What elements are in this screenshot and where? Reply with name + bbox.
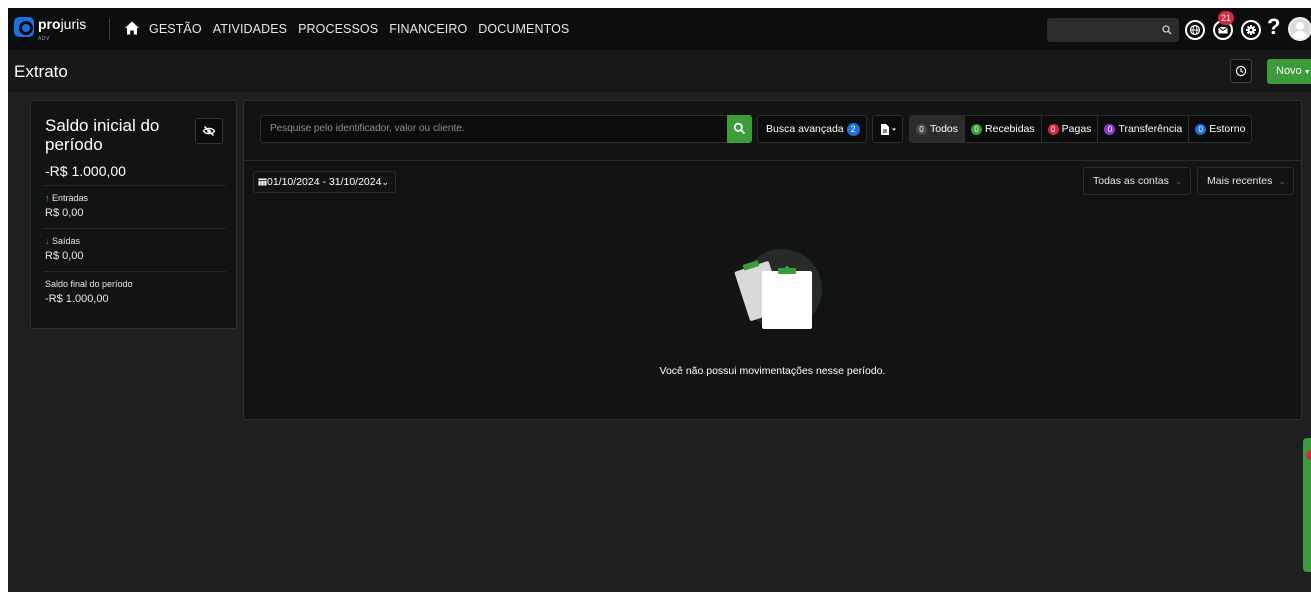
mail-icon [1218, 26, 1228, 34]
accounts-select-value: Todas as contas [1093, 175, 1169, 187]
logo-bold: pro [38, 16, 61, 32]
date-range-picker[interactable]: 01/10/2024 - 31/10/2024⌄ [253, 171, 396, 193]
chevron-down-icon: ⌄ [381, 177, 389, 187]
clock-icon [1235, 65, 1247, 77]
arrow-up-icon: ↑ [45, 193, 50, 203]
filter-label: Estorno [1209, 123, 1246, 135]
filter-pagas[interactable]: 0 Pagas [1040, 116, 1098, 142]
final-balance-value: -R$ 1.000,00 [45, 293, 109, 305]
new-button-label: Novo [1276, 65, 1302, 77]
filter-count: 0 [1047, 124, 1059, 135]
filter-transferencia[interactable]: 0 Transferência [1097, 116, 1189, 142]
divider [43, 271, 226, 272]
entradas-value: R$ 0,00 [45, 207, 84, 219]
divider [43, 185, 226, 186]
globe-button[interactable] [1185, 20, 1205, 40]
filter-count: 0 [971, 124, 983, 135]
transactions-panel: Pesquise pelo identificador, valor ou cl… [243, 100, 1302, 420]
entradas-row: ↑ Entradas [45, 193, 88, 204]
chevron-down-icon: ▼ [1303, 69, 1311, 76]
empty-state-message: Você não possui movimentações nesse perí… [659, 365, 886, 377]
initial-balance-value: -R$ 1.000,00 [45, 163, 126, 179]
chevron-down-icon: ⌄ [1174, 176, 1183, 186]
filter-label: Transferência [1118, 123, 1183, 135]
calendar-icon [258, 178, 267, 186]
filter-label: Pagas [1061, 123, 1092, 135]
app-frame: projuris ADV GESTÃO ATIVIDADES PROCESSOS… [8, 8, 1311, 592]
page-title: Extrato [14, 62, 68, 81]
search-button[interactable] [727, 115, 752, 143]
advanced-search-button[interactable]: Busca avançada 2 [757, 115, 867, 143]
search-input[interactable]: Pesquise pelo identificador, valor ou cl… [260, 115, 728, 143]
page-header: Extrato Novo ▼ [8, 50, 1311, 92]
eye-slash-icon [202, 126, 216, 136]
logo-light: juris [60, 16, 87, 32]
divider [244, 160, 1301, 161]
filter-count: 0 [916, 124, 927, 135]
final-balance-label: Saldo final do período [45, 279, 133, 289]
nav-item-gestao[interactable]: GESTÃO [149, 22, 202, 36]
balance-title: Saldo inicial do período [45, 116, 160, 154]
balance-card: Saldo inicial do período -R$ 1.000,00 ↑ … [30, 100, 237, 329]
global-search-input[interactable] [1047, 18, 1179, 42]
logo-icon [14, 17, 34, 37]
accounts-select[interactable]: Todas as contas ⌄ [1083, 167, 1191, 195]
nav-item-processos[interactable]: PROCESSOS [298, 22, 378, 36]
top-navbar: projuris ADV GESTÃO ATIVIDADES PROCESSOS… [8, 8, 1311, 50]
export-button[interactable] [872, 115, 903, 143]
filter-todos[interactable]: 0 Todos [910, 116, 965, 142]
filter-count: 0 [1195, 124, 1207, 135]
date-range-value: 01/10/2024 - 31/10/2024 [267, 176, 382, 188]
filter-group: 0 Todos 0 Recebidas 0 Pagas 0 Transferência … [909, 115, 1253, 143]
entradas-label: Entradas [52, 193, 89, 203]
arrow-down-icon: ↓ [45, 236, 50, 246]
chevron-down-icon: ⌄ [1278, 176, 1286, 186]
filter-estorno[interactable]: 0 Estorno [1188, 116, 1252, 142]
advanced-search-count: 2 [846, 123, 860, 136]
saidas-row: ↓ Saídas [45, 236, 80, 247]
divider [43, 228, 226, 229]
filter-count: 0 [1104, 124, 1116, 135]
notification-badge: 21 [1218, 11, 1234, 25]
search-icon [733, 122, 746, 135]
logo-text: projuris ADV [38, 16, 87, 42]
search-icon [1162, 25, 1172, 35]
saidas-label: Saídas [52, 236, 81, 246]
order-select-value: Mais recentes [1207, 175, 1273, 187]
gear-icon [1246, 25, 1256, 35]
advanced-search-label: Busca avançada [766, 123, 844, 135]
nav-item-financeiro[interactable]: FINANCEIRO [389, 22, 467, 36]
document-icon [881, 124, 896, 135]
new-button[interactable]: Novo ▼ [1267, 59, 1311, 84]
help-icon[interactable]: ? [1267, 15, 1280, 39]
settings-button[interactable] [1241, 20, 1261, 40]
order-select[interactable]: Mais recentes ⌄ [1197, 167, 1294, 195]
nav-item-atividades[interactable]: ATIVIDADES [213, 22, 287, 36]
app-logo[interactable]: projuris ADV [14, 16, 87, 42]
filter-recebidas[interactable]: 0 Recebidas [964, 116, 1041, 142]
nav-item-documentos[interactable]: DOCUMENTOS [478, 22, 569, 36]
filter-label: Recebidas [985, 123, 1035, 135]
side-tab-badge [1306, 450, 1311, 460]
toggle-visibility-button[interactable] [195, 118, 223, 144]
filter-label: Todos [930, 123, 959, 135]
saidas-value: R$ 0,00 [45, 250, 84, 262]
history-button[interactable] [1230, 59, 1252, 83]
globe-icon [1189, 24, 1201, 36]
empty-clipboard-icon [734, 249, 822, 329]
logo-subtitle: ADV [38, 36, 50, 42]
user-avatar[interactable] [1288, 17, 1311, 41]
home-icon[interactable] [124, 20, 140, 36]
nav-divider [109, 18, 110, 40]
main-nav: GESTÃO ATIVIDADES PROCESSOS FINANCEIRO D… [149, 22, 569, 36]
